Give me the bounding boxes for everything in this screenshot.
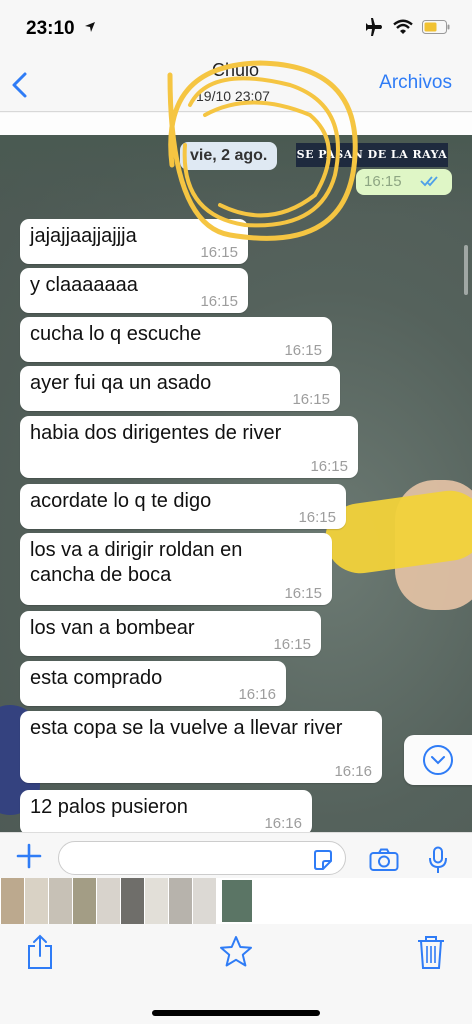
message-time: 16:15 bbox=[364, 173, 402, 190]
message-text: acordate lo q te digo bbox=[30, 490, 212, 512]
wifi-icon bbox=[393, 19, 413, 40]
bottom-toolbar bbox=[0, 924, 472, 1024]
photo-thumbnail[interactable] bbox=[120, 878, 144, 924]
message-text: los van a bombear bbox=[30, 617, 195, 639]
camera-button[interactable] bbox=[369, 848, 399, 877]
message-input[interactable] bbox=[58, 841, 346, 875]
chat-subtitle: 19/10 23:07 bbox=[196, 88, 270, 104]
chevron-down-circle-icon bbox=[423, 745, 453, 775]
media-strip bbox=[0, 113, 472, 135]
sticker-icon bbox=[314, 850, 332, 870]
photo-thumbnail-selected[interactable] bbox=[220, 878, 254, 924]
photo-thumbnail[interactable] bbox=[192, 878, 216, 924]
home-indicator bbox=[152, 1010, 320, 1016]
message-text: y claaaaaaa bbox=[30, 274, 138, 296]
photo-thumbnail[interactable] bbox=[144, 878, 168, 924]
plus-icon bbox=[16, 843, 42, 869]
star-button[interactable] bbox=[218, 934, 254, 975]
message-bubble[interactable]: habia dos dirigentes de river 16:15 bbox=[20, 416, 358, 478]
message-bubble[interactable]: jajajjaajjajjja 16:15 bbox=[20, 219, 248, 264]
scrollbar[interactable] bbox=[464, 245, 468, 295]
archivos-link[interactable]: Archivos bbox=[379, 72, 452, 94]
microphone-icon bbox=[429, 846, 447, 873]
message-bubble[interactable]: acordate lo q te digo 16:15 bbox=[20, 484, 346, 529]
message-bubble[interactable]: y claaaaaaa 16:15 bbox=[20, 268, 248, 313]
photo-thumbnail[interactable] bbox=[96, 878, 120, 924]
message-text: esta comprado bbox=[30, 667, 163, 689]
sticker-button[interactable] bbox=[312, 849, 334, 876]
message-time: 16:15 bbox=[284, 342, 322, 359]
message-time: 16:16 bbox=[264, 815, 302, 832]
photo-thumbnail[interactable] bbox=[48, 878, 72, 924]
date-pill: vie, 2 ago. bbox=[180, 142, 278, 170]
message-text: los va a dirigir roldan en cancha de boc… bbox=[30, 539, 243, 586]
message-time: 16:15 bbox=[200, 244, 238, 261]
message-time: 16:16 bbox=[334, 763, 372, 780]
message-bubble[interactable]: esta copa se la vuelve a llevar river 16… bbox=[20, 711, 382, 783]
message-time: 16:16 bbox=[238, 686, 276, 703]
share-icon bbox=[28, 934, 52, 969]
message-text: jajajjaajjajjja bbox=[30, 225, 137, 247]
message-text: 12 palos pusieron bbox=[30, 796, 188, 818]
photo-thumbnail[interactable] bbox=[72, 878, 96, 924]
message-text: ayer fui qa un asado bbox=[30, 372, 212, 394]
message-time: 16:15 bbox=[284, 585, 322, 602]
status-icons bbox=[364, 18, 450, 41]
message-text: habia dos dirigentes de river bbox=[30, 422, 282, 444]
status-time: 23:10 bbox=[26, 18, 75, 39]
chevron-left-icon bbox=[12, 72, 27, 98]
message-time: 16:15 bbox=[292, 391, 330, 408]
message-bubble[interactable]: los van a bombear 16:15 bbox=[20, 611, 321, 656]
message-text: cucha lo q escuche bbox=[30, 323, 202, 345]
back-button[interactable] bbox=[10, 68, 34, 102]
input-bar bbox=[0, 832, 472, 878]
message-time: 16:15 bbox=[200, 293, 238, 310]
microphone-button[interactable] bbox=[428, 846, 448, 879]
message-bubble[interactable]: cucha lo q escuche 16:15 bbox=[20, 317, 332, 362]
share-button[interactable] bbox=[24, 934, 56, 975]
video-thumbnail[interactable]: SE PASAN DE LA RAYA bbox=[296, 143, 448, 167]
nav-bar: Chuio 19/10 23:07 Archivos bbox=[0, 58, 472, 112]
photo-thumbnail[interactable] bbox=[168, 878, 192, 924]
photo-thumbnail[interactable] bbox=[24, 878, 48, 924]
scroll-down-button[interactable] bbox=[404, 735, 472, 785]
location-arrow-icon bbox=[84, 20, 96, 38]
double-check-icon bbox=[420, 174, 442, 193]
status-bar: 23:10 bbox=[0, 0, 472, 58]
message-text: esta copa se la vuelve a llevar river bbox=[30, 717, 343, 739]
message-time: 16:15 bbox=[273, 636, 311, 653]
message-time: 16:15 bbox=[298, 509, 336, 526]
outgoing-bubble[interactable]: 16:15 bbox=[356, 169, 452, 195]
message-bubble[interactable]: los va a dirigir roldan en cancha de boc… bbox=[20, 533, 332, 605]
add-attachment-button[interactable] bbox=[16, 843, 42, 874]
message-bubble[interactable]: ayer fui qa un asado 16:15 bbox=[20, 366, 340, 411]
trash-icon bbox=[418, 936, 444, 969]
camera-icon bbox=[369, 848, 399, 871]
photo-thumbnail[interactable] bbox=[0, 878, 24, 924]
star-icon bbox=[220, 936, 252, 967]
message-time: 16:15 bbox=[310, 458, 348, 475]
airplane-icon bbox=[364, 18, 384, 41]
message-bubble[interactable]: esta comprado 16:16 bbox=[20, 661, 286, 706]
message-bubble[interactable]: 12 palos pusieron 16:16 bbox=[20, 790, 312, 832]
battery-icon bbox=[422, 20, 450, 39]
chat-title: Chuio bbox=[212, 60, 260, 80]
photo-thumbnail-strip[interactable] bbox=[0, 878, 472, 924]
chat-area[interactable]: SE PASAN DE LA RAYA vie, 2 ago. 16:15 ja… bbox=[0, 135, 472, 832]
delete-button[interactable] bbox=[416, 934, 446, 975]
